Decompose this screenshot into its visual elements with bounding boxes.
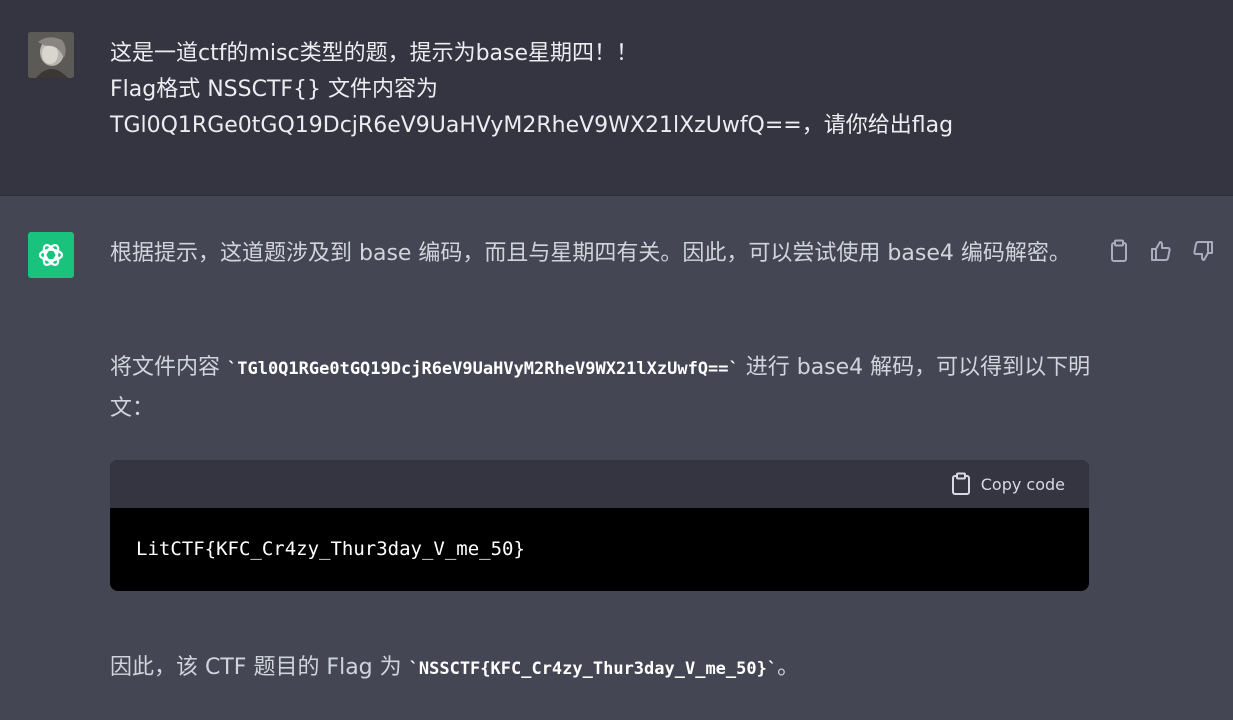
user-message-line: Flag格式 NSSCTF{} 文件内容为 <box>110 77 439 102</box>
inline-code: `TGl0Q1RGe0tGQ19DcjR6eV9UaHVyM2RheV9WX21… <box>227 359 739 379</box>
assistant-avatar <box>28 232 74 278</box>
user-avatar <box>28 32 74 78</box>
user-message-text: 这是一道ctf的misc类型的题，提示为base星期四！！ Flag格式 NSS… <box>110 36 1110 144</box>
thumbs-down-button[interactable] <box>1188 236 1218 266</box>
thumbs-up-button[interactable] <box>1146 236 1176 266</box>
openai-logo-icon <box>38 244 64 266</box>
inline-code: `NSSCTF{KFC_Cr4zy_Thur3day_V_me_50}` <box>408 659 778 679</box>
copy-code-label: Copy code <box>980 474 1065 494</box>
copy-message-button[interactable] <box>1104 236 1134 266</box>
copy-code-button[interactable]: Copy code <box>951 472 1065 496</box>
code-block: Copy code LitCTF{KFC_Cr4zy_Thur3day_V_me… <box>110 460 1089 591</box>
answer-paragraph-3: 因此，该 CTF 题目的 Flag 为 `NSSCTF{KFC_Cr4zy_Th… <box>110 648 1095 689</box>
paragraph-text: 。 <box>777 655 800 680</box>
clipboard-icon <box>1111 239 1127 262</box>
answer-paragraph-1: 根据提示，这道题涉及到 base 编码，而且与星期四有关。因此，可以尝试使用 b… <box>110 241 1071 266</box>
clipboard-icon <box>951 472 970 495</box>
code-block-header: Copy code <box>110 460 1089 508</box>
code-content: LitCTF{KFC_Cr4zy_Thur3day_V_me_50} <box>136 538 525 560</box>
thumbs-up-icon <box>1151 241 1171 261</box>
thumbs-down-icon <box>1193 241 1213 261</box>
answer-paragraph-2: 将文件内容 `TGl0Q1RGe0tGQ19DcjR6eV9UaHVyM2Rhe… <box>110 348 1095 429</box>
paragraph-text: 将文件内容 <box>110 355 227 380</box>
user-message-line: TGl0Q1RGe0tGQ19DcjR6eV9UaHVyM2RheV9WX21l… <box>110 113 954 138</box>
user-message-line: 这是一道ctf的misc类型的题，提示为base星期四！！ <box>110 41 639 66</box>
assistant-message-turn: 根据提示，这道题涉及到 base 编码，而且与星期四有关。因此，可以尝试使用 b… <box>0 196 1233 720</box>
user-message-turn: 这是一道ctf的misc类型的题，提示为base星期四！！ Flag格式 NSS… <box>0 0 1233 196</box>
paragraph-text: 因此，该 CTF 题目的 Flag 为 <box>110 655 409 680</box>
message-actions <box>1104 236 1218 266</box>
